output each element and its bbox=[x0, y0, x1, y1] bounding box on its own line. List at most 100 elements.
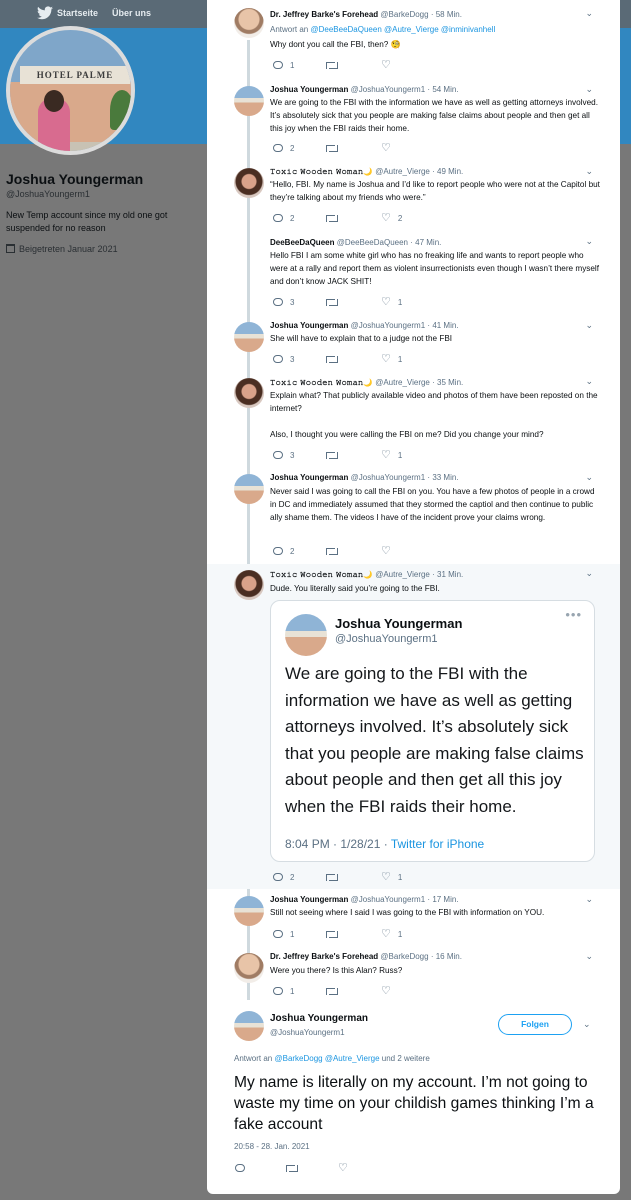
tweet[interactable]: Dr. Jeffrey Barke's Forehead @BarkeDogg … bbox=[207, 0, 620, 80]
tweet-handle[interactable]: @Autre_Vierge bbox=[375, 167, 430, 176]
like-button[interactable]: ♡ 2 bbox=[381, 212, 402, 224]
profile-avatar[interactable]: HOTEL PALME bbox=[6, 26, 135, 155]
follow-button[interactable]: Folgen bbox=[498, 1014, 572, 1035]
main-handle[interactable]: @JoshuaYoungerm1 bbox=[270, 1028, 345, 1037]
nav-home-link[interactable]: Startseite bbox=[57, 8, 98, 18]
tweet-author[interactable]: Joshua Youngerman bbox=[270, 473, 348, 482]
like-button[interactable]: ♡ 1 bbox=[381, 353, 402, 365]
retweet-button[interactable] bbox=[286, 1162, 298, 1174]
like-button[interactable]: ♡ bbox=[381, 545, 398, 557]
tweet-author[interactable]: DeeBeeDaQueen bbox=[270, 238, 334, 247]
avatar[interactable] bbox=[234, 322, 264, 352]
quoted-source-link[interactable]: Twitter for iPhone bbox=[391, 837, 484, 851]
tweet[interactable]: Joshua Youngerman @JoshuaYoungerm1 · 41 … bbox=[207, 316, 620, 372]
chevron-down-icon[interactable]: ⌄ bbox=[585, 376, 593, 387]
tweet[interactable]: DeeBeeDaQueen @DeeBeeDaQueen · 47 Min. H… bbox=[207, 232, 620, 316]
tweet-author[interactable]: 𝚃𝚘𝚡𝚒𝚌 𝚆𝚘𝚘𝚍𝚎𝚗 𝚆𝚘𝚖𝚊𝚗🌙 bbox=[270, 378, 373, 387]
tweet[interactable]: 𝚃𝚘𝚡𝚒𝚌 𝚆𝚘𝚘𝚍𝚎𝚗 𝚆𝚘𝚖𝚊𝚗🌙 @Autre_Vierge · 49 M… bbox=[207, 162, 620, 232]
tweet-time[interactable]: 17 Min. bbox=[432, 895, 458, 904]
like-button[interactable]: ♡ bbox=[381, 142, 398, 154]
main-author[interactable]: Joshua Youngerman bbox=[270, 1013, 368, 1024]
tweet-handle[interactable]: @BarkeDogg bbox=[380, 10, 428, 19]
reply-button[interactable]: 1 bbox=[273, 59, 294, 71]
chevron-down-icon[interactable]: ⌄ bbox=[585, 8, 593, 19]
retweet-button[interactable] bbox=[326, 985, 344, 997]
reply-to-links[interactable]: @DeeBeeDaQueen @Autre_Vierge @inminivanh… bbox=[310, 25, 495, 34]
reply-button[interactable]: 3 bbox=[273, 296, 294, 308]
tweet-highlighted[interactable]: 𝚃𝚘𝚡𝚒𝚌 𝚆𝚘𝚘𝚍𝚎𝚗 𝚆𝚘𝚖𝚊𝚗🌙 @Autre_Vierge · 31 M… bbox=[207, 564, 620, 889]
chevron-down-icon[interactable]: ⌄ bbox=[585, 472, 593, 483]
tweet-handle[interactable]: @JoshuaYoungerm1 bbox=[351, 321, 426, 330]
quoted-author[interactable]: Joshua Youngerman bbox=[335, 616, 462, 631]
like-button[interactable]: ♡ 1 bbox=[381, 296, 402, 308]
like-button[interactable]: ♡ 1 bbox=[381, 871, 402, 883]
reply-button[interactable]: 2 bbox=[273, 142, 294, 154]
tweet-time[interactable]: 35 Min. bbox=[437, 378, 463, 387]
avatar[interactable] bbox=[234, 378, 264, 408]
retweet-button[interactable] bbox=[326, 296, 344, 308]
tweet[interactable]: Joshua Youngerman @JoshuaYoungerm1 · 17 … bbox=[207, 889, 620, 946]
tweet-handle[interactable]: @JoshuaYoungerm1 bbox=[351, 895, 426, 904]
tweet-handle[interactable]: @JoshuaYoungerm1 bbox=[351, 473, 426, 482]
avatar[interactable] bbox=[234, 8, 264, 38]
tweet[interactable]: Joshua Youngerman @JoshuaYoungerm1 · 33 … bbox=[207, 468, 620, 564]
like-button[interactable]: ♡ bbox=[338, 1162, 348, 1174]
chevron-down-icon[interactable]: ⌄ bbox=[585, 84, 593, 95]
retweet-button[interactable] bbox=[326, 928, 344, 940]
tweet-time[interactable]: 54 Min. bbox=[432, 85, 458, 94]
tweet-author[interactable]: Joshua Youngerman bbox=[270, 85, 348, 94]
tweet-time[interactable]: 33 Min. bbox=[432, 473, 458, 482]
like-button[interactable]: ♡ bbox=[381, 59, 398, 71]
tweet[interactable]: Joshua Youngerman @JoshuaYoungerm1 · 54 … bbox=[207, 80, 620, 162]
reply-button[interactable]: 3 bbox=[273, 449, 294, 461]
tweet-handle[interactable]: @Autre_Vierge bbox=[375, 570, 430, 579]
retweet-button[interactable] bbox=[326, 449, 344, 461]
nav-about-link[interactable]: Über uns bbox=[112, 8, 151, 18]
retweet-button[interactable] bbox=[326, 353, 344, 365]
avatar[interactable] bbox=[234, 896, 264, 926]
main-timestamp[interactable]: 20:58 - 28. Jan. 2021 bbox=[234, 1142, 310, 1151]
reply-button[interactable]: 1 bbox=[273, 928, 294, 940]
retweet-button[interactable] bbox=[326, 59, 344, 71]
retweet-button[interactable] bbox=[326, 871, 344, 883]
tweet-time[interactable]: 16 Min. bbox=[436, 952, 462, 961]
chevron-down-icon[interactable]: ⌄ bbox=[585, 166, 593, 177]
chevron-down-icon[interactable]: ⌄ bbox=[583, 1019, 591, 1030]
tweet-author[interactable]: 𝚃𝚘𝚡𝚒𝚌 𝚆𝚘𝚘𝚍𝚎𝚗 𝚆𝚘𝚖𝚊𝚗🌙 bbox=[270, 570, 373, 579]
avatar[interactable] bbox=[234, 570, 264, 600]
like-button[interactable]: ♡ 1 bbox=[381, 928, 402, 940]
tweet-time[interactable]: 47 Min. bbox=[415, 238, 441, 247]
tweet-time[interactable]: 31 Min. bbox=[437, 570, 463, 579]
tweet-time[interactable]: 49 Min. bbox=[437, 167, 463, 176]
avatar[interactable] bbox=[234, 953, 264, 983]
tweet-author[interactable]: Dr. Jeffrey Barke's Forehead bbox=[270, 952, 378, 961]
chevron-down-icon[interactable]: ⌄ bbox=[585, 568, 593, 579]
tweet-author[interactable]: Joshua Youngerman bbox=[270, 321, 348, 330]
avatar[interactable] bbox=[234, 86, 264, 116]
reply-button[interactable]: 2 bbox=[273, 871, 294, 883]
tweet[interactable]: 𝚃𝚘𝚡𝚒𝚌 𝚆𝚘𝚘𝚍𝚎𝚗 𝚆𝚘𝚖𝚊𝚗🌙 @Autre_Vierge · 35 M… bbox=[207, 372, 620, 468]
retweet-button[interactable] bbox=[326, 545, 344, 557]
retweet-button[interactable] bbox=[326, 142, 344, 154]
quoted-handle[interactable]: @JoshuaYoungerm1 bbox=[335, 633, 438, 645]
reply-button[interactable]: 2 bbox=[273, 545, 294, 557]
quoted-avatar[interactable] bbox=[285, 614, 327, 656]
embedded-tweet-card[interactable]: Joshua Youngerman @JoshuaYoungerm1 ••• W… bbox=[270, 600, 595, 862]
chevron-down-icon[interactable]: ⌄ bbox=[585, 951, 593, 962]
like-button[interactable]: ♡ 1 bbox=[381, 449, 402, 461]
reply-button[interactable]: 3 bbox=[273, 353, 294, 365]
chevron-down-icon[interactable]: ⌄ bbox=[585, 320, 593, 331]
twitter-bird-icon[interactable] bbox=[37, 6, 53, 20]
tweet-handle[interactable]: @JoshuaYoungerm1 bbox=[351, 85, 426, 94]
chevron-down-icon[interactable]: ⌄ bbox=[585, 236, 593, 247]
reply-to-links[interactable]: @BarkeDogg @Autre_Vierge bbox=[274, 1054, 379, 1063]
reply-button[interactable] bbox=[235, 1162, 245, 1174]
avatar[interactable] bbox=[234, 238, 264, 268]
avatar[interactable] bbox=[234, 168, 264, 198]
reply-button[interactable]: 2 bbox=[273, 212, 294, 224]
retweet-button[interactable] bbox=[326, 212, 344, 224]
tweet-time[interactable]: 41 Min. bbox=[432, 321, 458, 330]
tweet[interactable]: Dr. Jeffrey Barke's Forehead @BarkeDogg … bbox=[207, 946, 620, 1004]
main-avatar[interactable] bbox=[234, 1011, 264, 1041]
tweet-handle[interactable]: @BarkeDogg bbox=[380, 952, 428, 961]
